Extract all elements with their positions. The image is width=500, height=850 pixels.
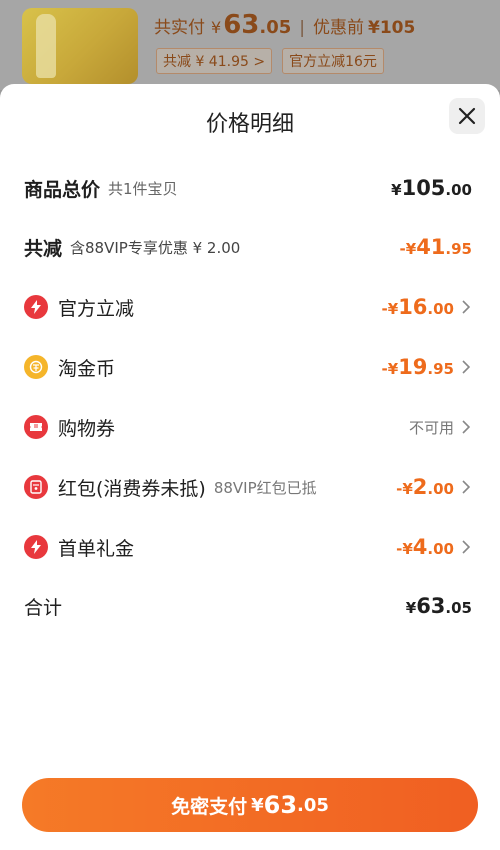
actual-price-int: 63	[223, 10, 260, 40]
lightning-icon	[24, 295, 48, 319]
chevron-right-icon	[460, 477, 472, 497]
amount-dec: .95	[445, 240, 472, 258]
shopping-coupon-label: 购物券	[58, 417, 116, 440]
actual-price-summary: 共实付 ¥ 63 .05 | 优惠前 ¥105	[154, 10, 415, 40]
before-value: ¥105	[368, 18, 416, 38]
discount-tags: 共减 ¥ 41.95 > 官方立减16元	[156, 48, 384, 74]
currency-symbol: -¥	[381, 360, 399, 378]
sheet-title: 价格明细	[205, 112, 294, 137]
shopping-coupon-status-wrap: 不可用	[409, 417, 454, 438]
row-goods-total: 商品总价 共1件宝贝 ¥ 105 .00	[24, 170, 472, 206]
amount-int: 41	[416, 235, 446, 259]
lightning-icon	[24, 535, 48, 559]
shopping-coupon-status: 不可用	[408, 418, 454, 437]
divider: |	[299, 18, 305, 38]
red-envelope-value: -¥ 2 .00	[396, 475, 454, 499]
row-first-order-gift[interactable]: 首单礼金 -¥ 4 .00	[24, 529, 472, 565]
goods-total-label: 商品总价	[24, 178, 101, 201]
row-total-discount: 共减 含88VIP专享优惠 ¥ 2.00 -¥ 41 .95	[24, 229, 472, 265]
password-free-pay-button[interactable]: 免密支付 ¥ 63 .05	[22, 778, 478, 832]
red-envelope-icon	[24, 475, 48, 499]
currency-symbol: -¥	[399, 240, 417, 258]
goods-total-value: ¥ 105 .00	[391, 176, 472, 200]
red-envelope-label: 红包(消费券未抵)	[58, 477, 206, 500]
amount-dec: .95	[427, 360, 454, 378]
before-label: 优惠前	[313, 18, 364, 38]
chevron-right-icon	[460, 357, 472, 377]
goods-count: 共1件宝贝	[108, 179, 178, 198]
currency-symbol: -¥	[396, 480, 413, 498]
amount-dec: .00	[445, 181, 472, 199]
amount-int: 105	[401, 176, 446, 200]
amount-int: 19	[398, 355, 428, 379]
currency-symbol: -¥	[396, 540, 413, 558]
product-bottle-shape	[36, 14, 56, 78]
amount-dec: .05	[445, 599, 472, 617]
amount-int: 16	[398, 295, 428, 319]
row-taojinbi[interactable]: 淘金币 -¥ 19 .95	[24, 349, 472, 385]
row-grand-total: 合计 ¥ 63 .05	[24, 588, 472, 624]
amount-int: 4	[412, 535, 428, 559]
coin-icon	[24, 355, 48, 379]
close-button[interactable]	[449, 98, 485, 134]
taojinbi-value: -¥ 19 .95	[382, 355, 454, 379]
actual-price-dec: .05	[259, 17, 292, 38]
pay-amount-int: 63	[263, 791, 298, 819]
actual-pay-label: 共实付	[154, 18, 205, 38]
vip-discount-note: 含88VIP专享优惠 ¥ 2.00	[70, 238, 241, 257]
total-discount-value: -¥ 41 .95	[400, 235, 472, 259]
product-thumbnail	[22, 8, 138, 84]
currency-symbol: ¥	[251, 794, 264, 816]
row-shopping-coupon[interactable]: 购物券 不可用	[24, 409, 472, 445]
currency-symbol: ¥	[405, 599, 417, 617]
amount-int: 2	[412, 475, 428, 499]
total-discount-tag[interactable]: 共减 ¥ 41.95 >	[156, 48, 273, 74]
pay-button-label: 免密支付	[171, 795, 248, 818]
first-order-gift-label: 首单礼金	[58, 537, 135, 560]
amount-dec: .00	[427, 480, 454, 498]
price-detail-sheet: 价格明细 商品总价 共1件宝贝 ¥ 105 .00 共减 含88VIP专享优惠 …	[0, 84, 500, 850]
official-discount-tag: 官方立减16元	[282, 48, 384, 74]
grand-total-label: 合计	[24, 596, 63, 619]
chevron-right-icon	[460, 537, 472, 557]
grand-total-value: ¥ 63 .05	[406, 594, 472, 618]
taojinbi-label: 淘金币	[58, 357, 116, 380]
amount-int: 63	[416, 594, 446, 618]
first-order-gift-value: -¥ 4 .00	[396, 535, 454, 559]
chevron-right-icon	[460, 297, 472, 317]
total-discount-label: 共减	[24, 237, 63, 260]
close-icon	[458, 107, 476, 125]
coupon-icon	[24, 415, 48, 439]
amount-dec: .00	[427, 300, 454, 318]
amount-dec: .00	[427, 540, 454, 558]
product-summary-strip: 共实付 ¥ 63 .05 | 优惠前 ¥105 共减 ¥ 41.95 > 官方立…	[0, 0, 500, 90]
pay-amount-dec: .05	[297, 794, 329, 816]
currency-symbol: -¥	[381, 300, 399, 318]
official-discount-value: -¥ 16 .00	[382, 295, 454, 319]
official-discount-label: 官方立减	[58, 297, 135, 320]
chevron-right-icon	[460, 417, 472, 437]
row-red-envelope[interactable]: 红包(消费券未抵) 88VIP红包已抵 -¥ 2 .00	[24, 469, 472, 505]
currency-symbol: ¥	[391, 181, 402, 199]
vip-red-envelope-note: 88VIP红包已抵	[213, 478, 317, 497]
row-official-discount[interactable]: 官方立减 -¥ 16 .00	[24, 289, 472, 325]
currency-symbol: ¥	[211, 18, 222, 37]
